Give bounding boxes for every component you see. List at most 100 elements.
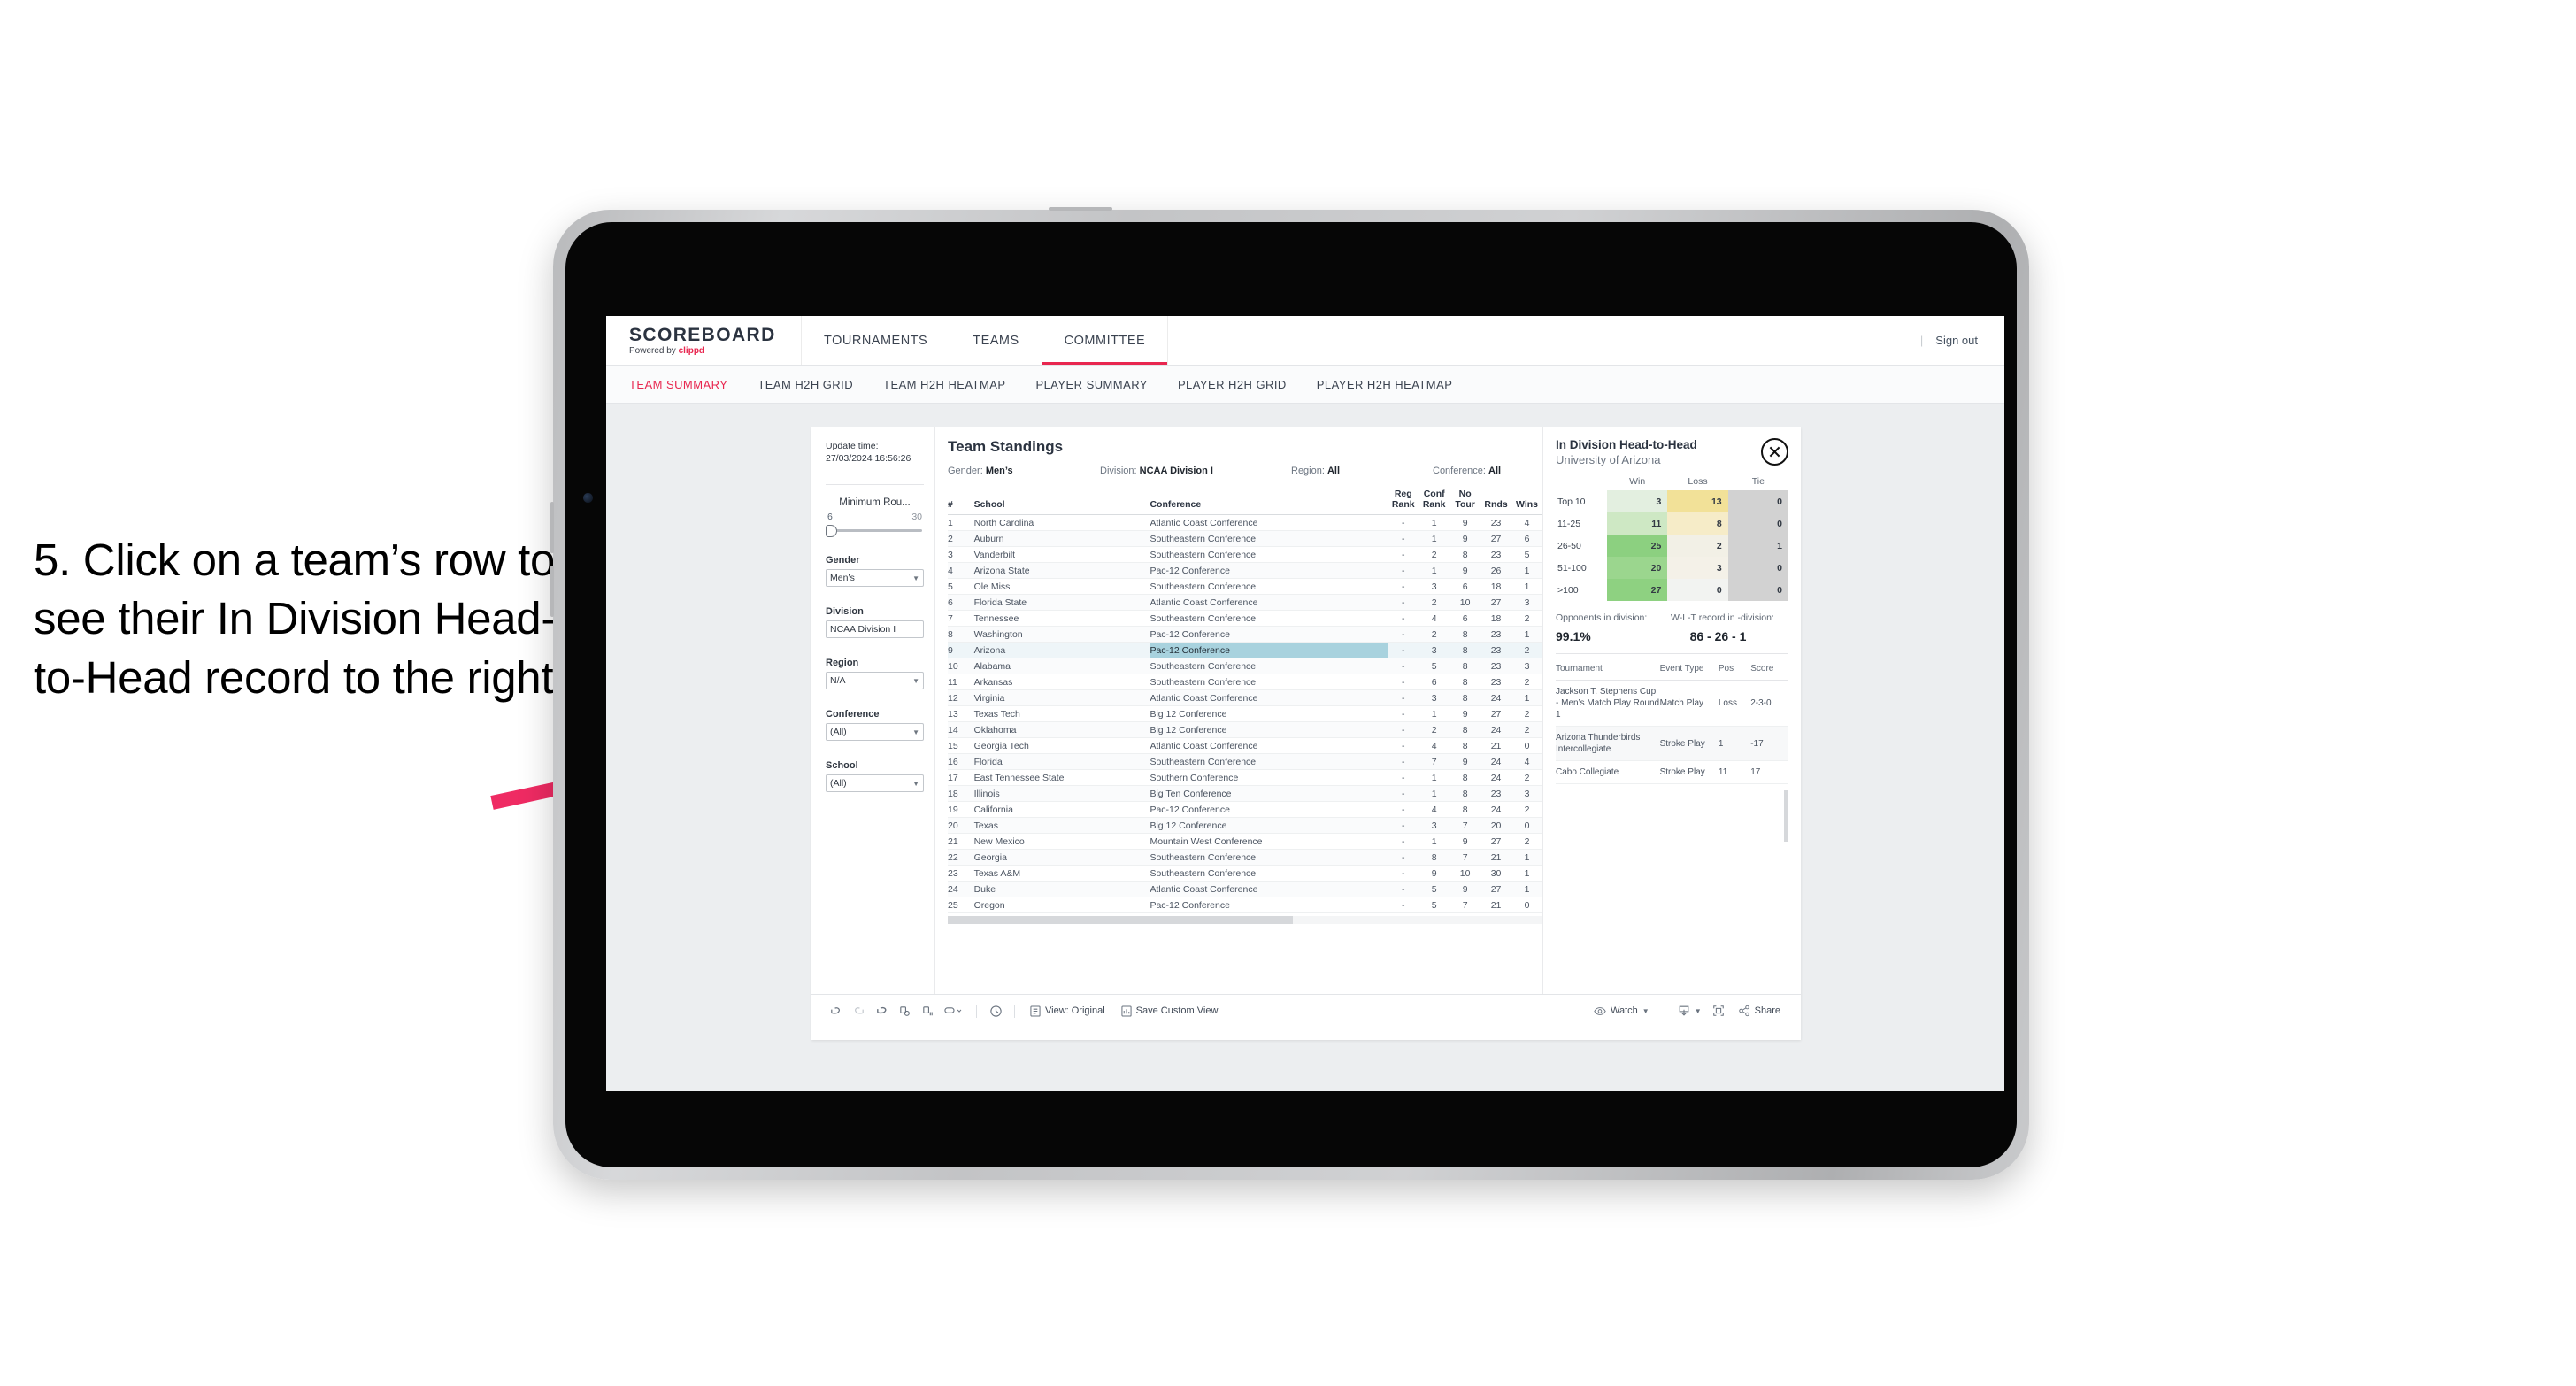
col-tournament[interactable]: Tournament: [1556, 658, 1660, 681]
col-pos[interactable]: Pos: [1718, 658, 1751, 681]
row-reg-rank: -: [1388, 753, 1419, 770]
tab-player-h2h-heatmap[interactable]: PLAYER H2H HEATMAP: [1317, 378, 1453, 391]
table-row[interactable]: 6 Florida State Atlantic Coast Conference -…: [948, 594, 1542, 611]
tournament-name: Jackson T. Stephens Cup - Men’s Match Pl…: [1556, 680, 1660, 728]
gender-select[interactable]: Men’s ▼: [826, 569, 924, 588]
h2h-row-label: 51-100: [1557, 562, 1587, 574]
tournament-row[interactable]: Cabo Collegiate Stroke Play 11 17: [1556, 760, 1788, 785]
division-select[interactable]: NCAA Division I: [826, 620, 924, 639]
close-icon[interactable]: [1761, 438, 1788, 466]
col-wins[interactable]: Wins: [1511, 486, 1542, 515]
row-school: Arizona: [973, 642, 1150, 658]
table-row[interactable]: 20 Texas Big 12 Conference -3 7 20 0: [948, 817, 1542, 834]
col-no-tour[interactable]: No Tour: [1449, 486, 1481, 515]
view-original-label: View: Original: [1045, 1005, 1105, 1016]
tab-team-h2h-grid[interactable]: TEAM H2H GRID: [757, 378, 853, 391]
row-conf-rank: 7: [1419, 753, 1450, 770]
slider-handle[interactable]: [826, 525, 837, 538]
table-row[interactable]: 17 East Tennessee State Southern Conferenc…: [948, 769, 1542, 786]
h2h-cell-loss: 8: [1667, 512, 1728, 535]
table-row[interactable]: 7 Tennessee Southeastern Conference -4 6 18 2: [948, 610, 1542, 627]
table-row[interactable]: 12 Virginia Atlantic Coast Conference -3 8 24…: [948, 689, 1542, 706]
minimum-rounds-slider[interactable]: [826, 525, 924, 538]
table-row[interactable]: 19 California Pac-12 Conference -4 8 24 2: [948, 801, 1542, 818]
presentation-mode-icon[interactable]: [939, 999, 969, 1022]
clock-icon[interactable]: [984, 999, 1007, 1022]
revert-icon[interactable]: [870, 999, 893, 1022]
share-icon: [1738, 1005, 1749, 1017]
standings-table-body: 1 North Carolina Atlantic Coast Conference…: [948, 514, 1542, 913]
tournament-row[interactable]: Arizona Thunderbirds Intercollegiate Stro…: [1556, 726, 1788, 762]
table-row[interactable]: 2 Auburn Southeastern Conference -1 9 27 6: [948, 530, 1542, 547]
share-button[interactable]: Share: [1730, 1005, 1788, 1017]
col-rnds[interactable]: Rnds: [1480, 486, 1512, 515]
row-reg-rank: -: [1388, 689, 1419, 706]
table-row[interactable]: 5 Ole Miss Southeastern Conference -3 6 18 1: [948, 578, 1542, 595]
table-row[interactable]: 21 New Mexico Mountain West Conference -1 9 2…: [948, 833, 1542, 850]
table-row[interactable]: 14 Oklahoma Big 12 Conference -2 8 24 2: [948, 721, 1542, 738]
volume-up-button[interactable]: [550, 502, 554, 553]
table-row[interactable]: 23 Texas A&M Southeastern Conference -9 10 30…: [948, 865, 1542, 882]
row-no-tour: 8: [1449, 626, 1481, 643]
table-row[interactable]: 16 Florida Southeastern Conference -7 9 24 4: [948, 753, 1542, 770]
brand-logo[interactable]: SCOREBOARD Powered by clippd: [606, 316, 802, 365]
volume-down-button[interactable]: [550, 566, 554, 617]
row-school: Florida: [973, 753, 1150, 770]
tab-player-h2h-grid[interactable]: PLAYER H2H GRID: [1178, 378, 1287, 391]
undo-icon[interactable]: [824, 999, 847, 1022]
tournament-event-type: Stroke Play: [1659, 726, 1719, 762]
row-school: Vanderbilt: [973, 546, 1150, 563]
table-row[interactable]: 13 Texas Tech Big 12 Conference -1 9 27 2: [948, 705, 1542, 722]
row-conf-rank: 2: [1419, 546, 1450, 563]
eye-icon: [1594, 1006, 1606, 1015]
scrollbar-thumb[interactable]: [948, 916, 1293, 924]
table-row[interactable]: 11 Arkansas Southeastern Conference -6 8 23 2: [948, 674, 1542, 690]
table-row[interactable]: 24 Duke Atlantic Coast Conference -5 9 27 1: [948, 881, 1542, 897]
region-select[interactable]: N/A ▼: [826, 672, 924, 690]
table-row[interactable]: 8 Washington Pac-12 Conference -2 8 23 1: [948, 626, 1542, 643]
watch-button[interactable]: Watch ▼: [1586, 1005, 1657, 1016]
col-school[interactable]: School: [973, 486, 1150, 515]
school-select[interactable]: (All) ▼: [826, 774, 924, 793]
row-wins: 3: [1511, 594, 1542, 611]
table-row[interactable]: 15 Georgia Tech Atlantic Coast Conference -…: [948, 737, 1542, 754]
fullscreen-icon[interactable]: [1707, 999, 1730, 1022]
row-rank: 24: [948, 881, 974, 897]
table-row[interactable]: 18 Illinois Big Ten Conference -1 8 23 3: [948, 785, 1542, 802]
pause-updates-icon[interactable]: [916, 999, 939, 1022]
table-row[interactable]: 9 Arizona Pac-12 Conference -3 8 23 2: [948, 642, 1542, 658]
col-conference[interactable]: Conference: [1150, 486, 1388, 515]
tab-team-h2h-heatmap[interactable]: TEAM H2H HEATMAP: [883, 378, 1005, 391]
col-rank[interactable]: #: [948, 486, 974, 515]
col-event-type[interactable]: Event Type: [1659, 658, 1719, 681]
tab-player-summary[interactable]: PLAYER SUMMARY: [1035, 378, 1147, 391]
table-row[interactable]: 25 Oregon Pac-12 Conference -5 7 21 0: [948, 897, 1542, 913]
nav-item-teams[interactable]: TEAMS: [950, 316, 1042, 365]
table-row[interactable]: 10 Alabama Southeastern Conference -5 8 23 3: [948, 658, 1542, 674]
col-reg-rank[interactable]: Reg Rank: [1388, 486, 1419, 515]
conference-select[interactable]: (All) ▼: [826, 723, 924, 742]
table-row[interactable]: 1 North Carolina Atlantic Coast Conference…: [948, 514, 1542, 531]
h2h-cell-win: 3: [1607, 490, 1668, 513]
table-horizontal-scrollbar[interactable]: [948, 916, 1542, 924]
col-conf-rank[interactable]: Conf Rank: [1419, 486, 1450, 515]
table-row[interactable]: 4 Arizona State Pac-12 Conference -1 9 26 1: [948, 562, 1542, 579]
view-original-button[interactable]: View: Original: [1022, 1005, 1113, 1017]
redo-icon[interactable]: [847, 999, 870, 1022]
row-no-tour: 7: [1449, 897, 1481, 913]
signout-link[interactable]: Sign out: [1935, 334, 1978, 347]
table-row[interactable]: 3 Vanderbilt Southeastern Conference -2 8 23 5: [948, 546, 1542, 563]
table-row[interactable]: 22 Georgia Southeastern Conference -8 7 21 1: [948, 849, 1542, 866]
nav-item-tournaments[interactable]: TOURNAMENTS: [802, 316, 951, 365]
download-button[interactable]: ▼: [1672, 1005, 1707, 1017]
summary-region-label: Region:: [1291, 466, 1325, 476]
h2h-col-tie: Tie: [1751, 476, 1765, 488]
nav-item-committee[interactable]: COMMITTEE: [1042, 316, 1169, 365]
tournament-row[interactable]: Jackson T. Stephens Cup - Men’s Match Pl…: [1556, 680, 1788, 728]
col-score[interactable]: Score: [1750, 658, 1788, 681]
save-custom-view-button[interactable]: Save Custom View: [1113, 1005, 1226, 1017]
tab-team-summary[interactable]: TEAM SUMMARY: [629, 378, 727, 391]
tournament-scrollbar[interactable]: [1784, 790, 1788, 842]
refresh-data-icon[interactable]: [893, 999, 916, 1022]
power-button[interactable]: [1049, 207, 1112, 211]
